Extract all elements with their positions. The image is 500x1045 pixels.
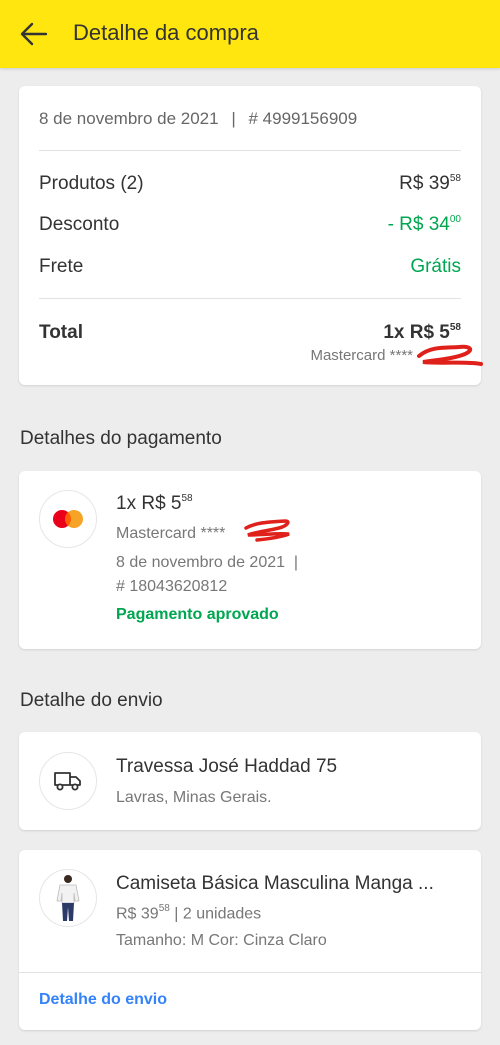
shipping-row: Frete Grátis [39, 256, 461, 278]
payment-date: 8 de novembro de 2021 | [116, 554, 299, 571]
truck-icon [39, 752, 97, 810]
product-title: Camiseta Básica Masculina Manga ... [116, 873, 434, 894]
payment-status: Pagamento aprovado [116, 606, 279, 623]
shipping-detail-link[interactable]: Detalhe do envio [39, 991, 167, 1009]
product-thumbnail [39, 869, 97, 927]
payment-card: 1x R$ 558 Mastercard **** 8 de novembro … [19, 471, 481, 649]
purchase-summary-card: 8 de novembro de 2021 | # 4999156909 Pro… [19, 86, 483, 385]
discount-row: Desconto - R$ 3400 [39, 214, 461, 236]
discount-label: Desconto [39, 214, 120, 235]
payment-amount: 1x R$ 558 [116, 492, 193, 514]
app-header: Detalhe da compra [0, 0, 500, 68]
discount-value: - R$ 3400 [387, 213, 461, 235]
products-value: R$ 3958 [399, 172, 461, 194]
shipping-value: Grátis [410, 256, 461, 277]
divider [19, 972, 481, 973]
page-title: Detalhe da compra [73, 20, 259, 45]
divider [39, 298, 461, 299]
order-date: 8 de novembro de 2021 [39, 109, 219, 128]
total-row: Total 1x R$ 558 [39, 322, 461, 344]
arrow-left-icon [20, 22, 48, 46]
product-price: R$ 3958 | 2 unidades [116, 903, 262, 923]
redaction-scribble [244, 519, 290, 542]
products-label: Produtos (2) [39, 173, 144, 194]
shipping-label: Frete [39, 256, 84, 277]
payment-section-title: Detalhes do pagamento [20, 428, 222, 449]
product-attributes: Tamanho: M Cor: Cinza Claro [116, 932, 327, 949]
order-header: 8 de novembro de 2021 | # 4999156909 [39, 109, 357, 129]
payment-operation-number: # 18043620812 [116, 578, 228, 595]
address-city: Lavras, Minas Gerais. [116, 789, 272, 806]
products-row: Produtos (2) R$ 3958 [39, 173, 461, 195]
divider [39, 150, 461, 151]
order-number: # 4999156909 [248, 109, 358, 128]
shipping-section-title: Detalhe do envio [20, 690, 163, 711]
shipping-address-card: Travessa José Haddad 75 Lavras, Minas Ge… [19, 732, 481, 830]
total-value: 1x R$ 558 [383, 321, 461, 343]
mastercard-icon [39, 490, 97, 548]
product-card: Camiseta Básica Masculina Manga ... R$ 3… [19, 850, 481, 1030]
back-button[interactable] [16, 16, 52, 52]
separator: | [231, 109, 236, 128]
total-label: Total [39, 322, 83, 343]
redaction-scribble [417, 344, 483, 366]
payment-card-number: Mastercard **** [116, 525, 226, 542]
address-street: Travessa José Haddad 75 [116, 756, 338, 777]
